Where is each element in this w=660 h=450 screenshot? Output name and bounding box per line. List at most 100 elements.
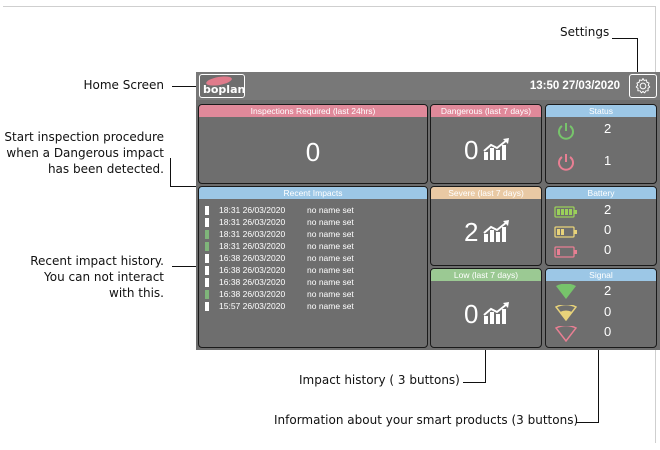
signal-strong-count: 2 <box>604 283 612 298</box>
trend-chart-icon <box>483 138 509 160</box>
device-screen: boplan 13:50 27/03/2020 Inspections Requ… <box>196 72 660 350</box>
signal-weak-icon <box>555 326 577 342</box>
list-item: 18:31 26/03/2020 no name set <box>205 205 354 215</box>
callout-line <box>576 422 598 423</box>
recent-impacts-title: Recent Impacts <box>199 187 427 199</box>
settings-button[interactable] <box>629 74 657 98</box>
status-offline-count: 1 <box>604 153 612 168</box>
signal-medium-icon <box>555 305 577 321</box>
inspections-count: 0 <box>305 137 321 167</box>
status-button[interactable]: Status 2 1 <box>545 104 657 184</box>
callout-line-text: Recent impact history. <box>30 254 164 268</box>
callout-line-text: You can not interact <box>44 270 164 284</box>
impact-name: no name set <box>307 217 354 227</box>
impact-time: 18:31 26/03/2020 <box>219 217 286 227</box>
impact-time: 16:38 26/03/2020 <box>219 277 286 287</box>
top-bar: boplan 13:50 27/03/2020 <box>196 72 660 100</box>
power-off-icon <box>558 154 574 171</box>
recent-impacts-panel: Recent Impacts 18:31 26/03/2020 no name s… <box>198 186 428 348</box>
impact-time: 18:31 26/03/2020 <box>219 229 286 239</box>
impact-name: no name set <box>307 301 354 311</box>
callout-line <box>485 350 486 383</box>
dangerous-count: 0 <box>464 135 479 165</box>
callout-settings: Settings <box>560 25 610 39</box>
status-online-count: 2 <box>604 121 612 136</box>
power-on-icon <box>558 123 574 140</box>
callout-line <box>612 38 638 39</box>
impact-name: no name set <box>307 205 354 215</box>
trend-chart-icon <box>483 302 509 324</box>
battery-low-icon <box>554 246 577 258</box>
impact-time: 18:31 26/03/2020 <box>219 241 286 251</box>
logo-text: boplan <box>203 83 245 96</box>
signal-medium-count: 0 <box>604 304 612 319</box>
battery-medium-icon <box>554 226 577 238</box>
list-item: 16:38 26/03/2020 no name set <box>205 289 354 299</box>
status-title: Status <box>546 105 656 117</box>
callout-start-inspection: Start inspection procedure when a Danger… <box>0 129 164 177</box>
list-item: 16:38 26/03/2020 no name set <box>205 253 354 263</box>
callout-line <box>170 186 196 187</box>
impact-time: 18:31 26/03/2020 <box>219 205 286 215</box>
marker-green <box>205 229 209 239</box>
battery-low-count: 0 <box>604 242 612 257</box>
callout-home-screen: Home Screen <box>83 78 164 92</box>
low-title: Low (last 7 days) <box>431 269 541 281</box>
marker-green <box>205 241 209 251</box>
dangerous-impacts-button[interactable]: Dangerous (last 7 days) 0 <box>430 104 542 184</box>
callout-line-text: Start inspection procedure <box>4 130 164 144</box>
callout-recent-history: Recent impact history. You can not inter… <box>0 253 164 301</box>
impact-time: 16:38 26/03/2020 <box>219 253 286 263</box>
marker-green <box>205 289 209 299</box>
impact-name: no name set <box>307 277 354 287</box>
callout-line <box>170 158 171 186</box>
impact-name: no name set <box>307 265 354 275</box>
impact-name: no name set <box>307 229 354 239</box>
inspections-panel[interactable]: Inspections Required (last 24hrs) 0 <box>198 104 428 184</box>
list-item: 18:31 26/03/2020 no name set <box>205 229 354 239</box>
list-item: 18:31 26/03/2020 no name set <box>205 217 354 227</box>
home-button[interactable]: boplan <box>199 74 245 98</box>
signal-strong-icon <box>556 284 576 299</box>
callout-line <box>637 38 638 72</box>
callout-line <box>598 350 599 423</box>
signal-title: Signal <box>546 269 656 281</box>
impact-name: no name set <box>307 241 354 251</box>
severe-impacts-button[interactable]: Severe (last 7 days) 2 <box>430 186 542 266</box>
list-item: 18:31 26/03/2020 no name set <box>205 241 354 251</box>
signal-button[interactable]: Signal 2 0 0 <box>545 268 657 348</box>
callout-line-text: with this. <box>109 286 164 300</box>
list-item: 16:38 26/03/2020 no name set <box>205 265 354 275</box>
marker-white <box>205 205 209 215</box>
impact-time: 16:38 26/03/2020 <box>219 265 286 275</box>
battery-full-icon <box>554 206 577 218</box>
battery-full-count: 2 <box>604 202 612 217</box>
marker-white <box>205 217 209 227</box>
battery-title: Battery <box>546 187 656 199</box>
dangerous-title: Dangerous (last 7 days) <box>431 105 541 117</box>
severe-count: 2 <box>464 217 479 247</box>
callout-line <box>172 266 196 267</box>
list-item: 15:57 26/03/2020 no name set <box>205 301 354 311</box>
callout-smart-products: Information about your smart products (3… <box>274 413 579 427</box>
marker-white <box>205 277 209 287</box>
callout-line-text: has been detected. <box>47 162 164 176</box>
inspections-title: Inspections Required (last 24hrs) <box>199 105 427 117</box>
impact-time: 15:57 26/03/2020 <box>219 301 286 311</box>
severe-title: Severe (last 7 days) <box>431 187 541 199</box>
marker-white <box>205 265 209 275</box>
callout-line <box>172 86 196 87</box>
signal-weak-count: 0 <box>604 324 612 339</box>
callout-line <box>463 382 485 383</box>
gear-icon <box>635 78 651 94</box>
battery-medium-count: 0 <box>604 222 612 237</box>
low-impacts-button[interactable]: Low (last 7 days) 0 <box>430 268 542 348</box>
low-count: 0 <box>464 299 479 329</box>
list-item: 16:38 26/03/2020 no name set <box>205 277 354 287</box>
callout-impact-history: Impact history ( 3 buttons) <box>299 373 460 387</box>
battery-button[interactable]: Battery 2 0 0 <box>545 186 657 266</box>
callout-line-text: when a Dangerous impact <box>6 146 164 160</box>
impact-name: no name set <box>307 253 354 263</box>
impact-name: no name set <box>307 289 354 299</box>
impact-time: 16:38 26/03/2020 <box>219 289 286 299</box>
